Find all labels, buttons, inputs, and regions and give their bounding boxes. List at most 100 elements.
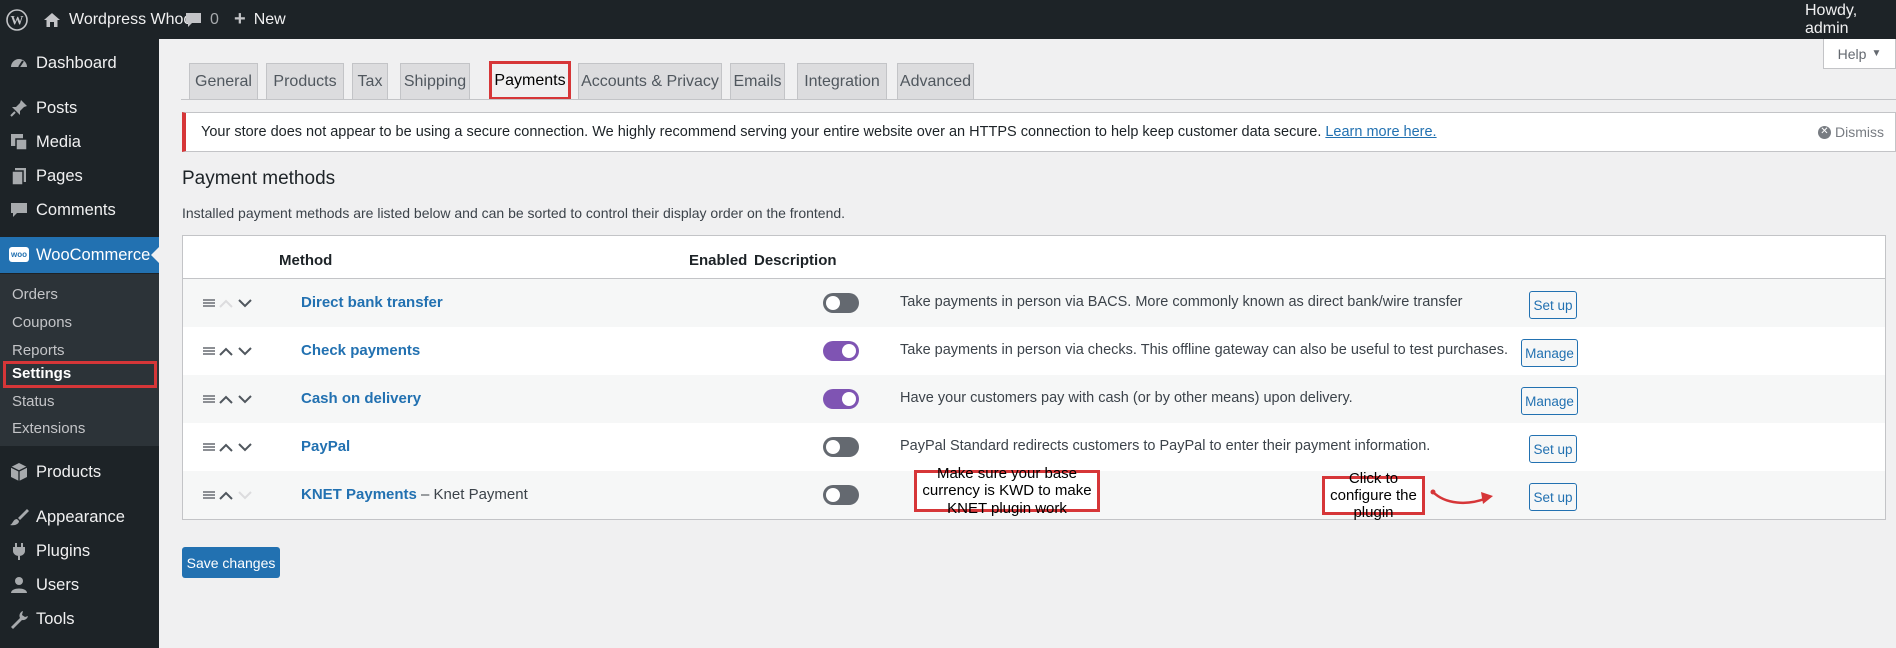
menu-label: Plugins — [36, 541, 91, 560]
enabled-toggle[interactable] — [823, 485, 859, 505]
method-name-link[interactable]: Cash on delivery — [301, 390, 421, 407]
method-name-link[interactable]: Direct bank transfer — [301, 294, 443, 311]
submenu-reports[interactable]: Reports — [12, 342, 65, 359]
tab-payments[interactable]: Payments — [489, 61, 571, 100]
drag-handle-icon[interactable] — [203, 395, 215, 403]
notice-text: Your store does not appear to be using a… — [201, 124, 1322, 140]
menu-users[interactable]: Users — [0, 567, 159, 603]
comments-link[interactable]: 0 — [185, 0, 219, 39]
submenu-orders[interactable]: Orders — [12, 286, 58, 303]
submenu-settings[interactable]: Settings — [12, 365, 71, 382]
menu-woocommerce[interactable]: woo WooCommerce — [0, 237, 159, 273]
menu-label: Tools — [36, 609, 75, 628]
move-up-icon[interactable] — [216, 485, 236, 505]
submenu-coupons[interactable]: Coupons — [12, 314, 72, 331]
tab-accounts-privacy[interactable]: Accounts & Privacy — [578, 63, 722, 100]
set-up-button[interactable]: Set up — [1529, 435, 1577, 463]
tab-tax[interactable]: Tax — [352, 63, 388, 100]
move-down-icon[interactable] — [235, 341, 255, 361]
menu-label: WooCommerce — [36, 245, 151, 264]
page-description: Installed payment methods are listed bel… — [182, 205, 846, 221]
move-up-icon[interactable] — [216, 437, 236, 457]
method-description: Take payments in person via BACS. More c… — [900, 294, 1463, 310]
learn-more-link[interactable]: Learn more here. — [1325, 124, 1436, 140]
plug-icon — [13, 543, 25, 560]
menu-pages[interactable]: Pages — [0, 158, 159, 194]
menu-appearance[interactable]: Appearance — [0, 499, 159, 535]
woo-icon: woo — [9, 247, 29, 262]
method-description: Have your customers pay with cash (or by… — [900, 390, 1353, 406]
move-down-icon — [235, 485, 255, 505]
table-row: Cash on delivery Have your customers pay… — [183, 375, 1885, 423]
menu-plugins[interactable]: Plugins — [0, 533, 159, 569]
drag-handle-icon[interactable] — [203, 443, 215, 451]
method-name-link[interactable]: KNET Payments – Knet Payment — [301, 486, 528, 503]
toggle-knob — [842, 392, 856, 406]
new-content-link[interactable]: + New — [234, 0, 286, 39]
drag-handle-icon[interactable] — [203, 299, 215, 307]
caret-down-icon: ▼ — [1871, 48, 1882, 59]
tab-products[interactable]: Products — [266, 63, 344, 100]
manage-button[interactable]: Manage — [1521, 387, 1578, 415]
tab-shipping[interactable]: Shipping — [400, 63, 470, 100]
drag-handle-icon[interactable] — [203, 491, 215, 499]
manage-button[interactable]: Manage — [1521, 339, 1578, 367]
menu-label: Media — [36, 132, 81, 151]
set-up-button[interactable]: Set up — [1529, 483, 1577, 511]
method-description: PayPal Standard redirects customers to P… — [900, 438, 1431, 454]
menu-comments[interactable]: Comments — [0, 192, 159, 228]
tab-advanced[interactable]: Advanced — [897, 63, 974, 100]
enabled-toggle[interactable] — [823, 341, 859, 361]
tab-integration[interactable]: Integration — [797, 63, 887, 100]
move-down-icon[interactable] — [235, 437, 255, 457]
move-down-icon[interactable] — [235, 389, 255, 409]
move-up-icon — [216, 293, 236, 313]
enabled-toggle[interactable] — [823, 389, 859, 409]
method-name-link[interactable]: Check payments — [301, 342, 420, 359]
move-up-icon[interactable] — [216, 341, 236, 361]
toggle-knob — [826, 488, 840, 502]
current-menu-arrow — [151, 247, 159, 263]
plus-icon: + — [234, 8, 246, 30]
submenu-status[interactable]: Status — [12, 393, 55, 410]
submenu-extensions[interactable]: Extensions — [12, 420, 85, 437]
menu-label: Posts — [36, 98, 78, 117]
dismiss-button[interactable]: ✕ Dismiss — [1818, 124, 1884, 140]
save-changes-button[interactable]: Save changes — [182, 547, 280, 578]
my-account-link[interactable]: Howdy, admin — [1805, 0, 1896, 39]
configure-note-callout: Click to configure the plugin — [1322, 470, 1425, 521]
main-content: Help ▼ General Products Tax Shipping Pay… — [159, 39, 1896, 648]
method-name: Check payments — [301, 342, 421, 359]
pin-icon — [10, 100, 27, 117]
tab-general[interactable]: General — [189, 63, 258, 100]
enabled-toggle[interactable] — [823, 293, 859, 313]
column-header-description: Description — [754, 252, 837, 269]
menu-dashboard[interactable]: Dashboard — [0, 45, 159, 81]
move-down-icon[interactable] — [235, 293, 255, 313]
wordpress-logo-icon[interactable]: W — [6, 0, 28, 39]
page-title: Payment methods — [182, 168, 336, 189]
help-tab-button[interactable]: Help ▼ — [1823, 39, 1896, 69]
table-row: Direct bank transfer Take payments in pe… — [183, 279, 1885, 327]
method-description: Take payments in person via checks. This… — [900, 342, 1508, 358]
method-name-link[interactable]: PayPal — [301, 438, 350, 455]
move-up-icon[interactable] — [216, 389, 236, 409]
svg-text:W: W — [11, 12, 24, 27]
menu-products[interactable]: Products — [0, 454, 159, 490]
box-icon — [10, 463, 28, 481]
pages-icon — [11, 168, 26, 186]
menu-tools[interactable]: Tools — [0, 601, 159, 637]
menu-posts[interactable]: Posts — [0, 90, 159, 126]
set-up-button[interactable]: Set up — [1529, 291, 1577, 319]
site-name-link[interactable]: Wordpress Whoo — [43, 0, 192, 39]
dashboard-icon — [11, 59, 27, 68]
drag-handle-icon[interactable] — [203, 347, 215, 355]
method-name: Direct bank transfer — [301, 294, 443, 311]
tab-emails[interactable]: Emails — [730, 63, 785, 100]
tab-divider — [181, 99, 1896, 100]
method-name: KNET Payments — [301, 486, 417, 503]
home-icon — [44, 12, 60, 27]
enabled-toggle[interactable] — [823, 437, 859, 457]
menu-media[interactable]: Media — [0, 124, 159, 160]
method-name: Cash on delivery — [301, 390, 422, 407]
